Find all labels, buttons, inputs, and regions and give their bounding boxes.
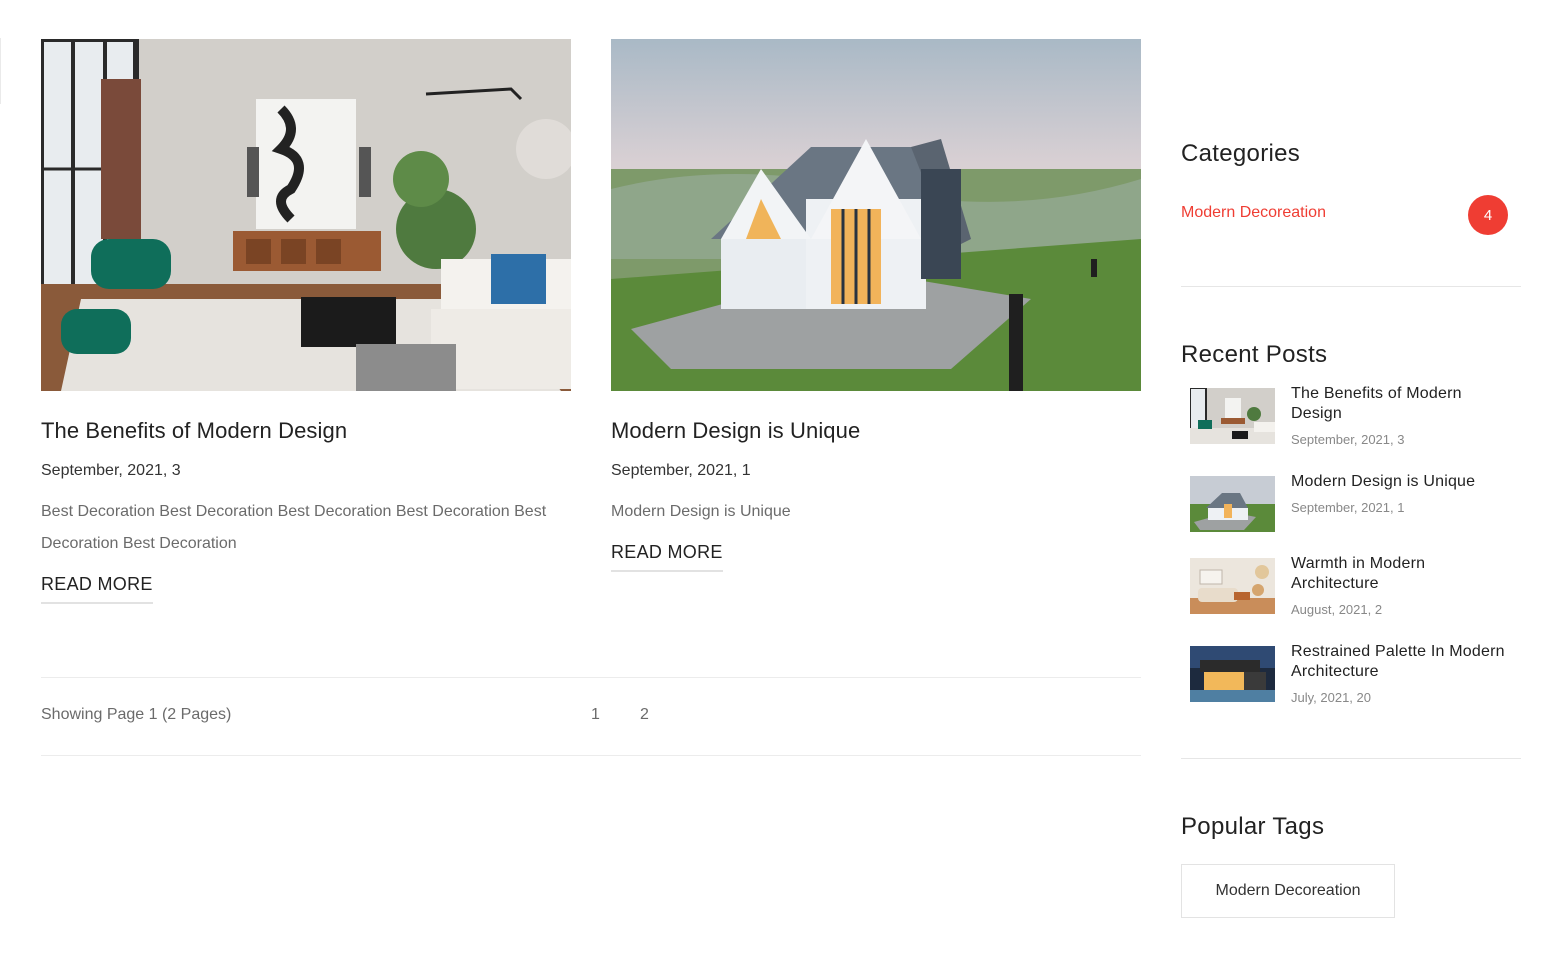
post-image-living-room[interactable] <box>41 39 571 391</box>
left-edge-divider <box>0 38 1 104</box>
blog-post-card: The Benefits of Modern Design September,… <box>41 39 571 604</box>
post-excerpt: Modern Design is Unique <box>611 502 791 520</box>
recent-posts-title: Recent Posts <box>1181 341 1328 368</box>
post-image-house[interactable] <box>611 39 1141 391</box>
recent-post-date: September, 2021, 3 <box>1291 432 1405 447</box>
recent-post-title[interactable]: Modern Design is Unique <box>1291 472 1516 492</box>
recent-post-date: August, 2021, 2 <box>1291 602 1383 617</box>
recent-post-date: September, 2021, 1 <box>1291 500 1405 515</box>
recent-post-thumbnail[interactable] <box>1190 476 1275 532</box>
category-count-badge: 4 <box>1468 195 1508 235</box>
living-room-photo <box>41 39 571 391</box>
popular-tags-title: Popular Tags <box>1181 813 1325 840</box>
recent-post-thumbnail[interactable] <box>1190 388 1275 444</box>
house-thumbnail <box>1190 476 1275 532</box>
tag-chip[interactable]: Modern Decoreation <box>1181 864 1395 918</box>
sidebar-divider <box>1181 286 1521 287</box>
pagination-info: Showing Page 1 (2 Pages) <box>41 706 232 723</box>
post-title[interactable]: The Benefits of Modern Design <box>41 417 571 446</box>
recent-post-title[interactable]: Warmth in Modern Architecture <box>1291 554 1516 594</box>
post-excerpt: Best Decoration Best Decoration Best Dec… <box>41 502 547 552</box>
read-more-link[interactable]: READ MORE <box>611 542 723 572</box>
post-title[interactable]: Modern Design is Unique <box>611 417 1141 446</box>
post-date: September, 2021, 1 <box>611 461 751 479</box>
page-link-1[interactable]: 1 <box>591 706 600 724</box>
recent-post-title[interactable]: Restrained Palette In Modern Architectur… <box>1291 642 1516 682</box>
recent-post-thumbnail[interactable] <box>1190 558 1275 614</box>
living-room-thumbnail <box>1190 388 1275 444</box>
pagination: Showing Page 1 (2 Pages) 1 2 <box>41 677 1141 756</box>
page-link-2[interactable]: 2 <box>640 706 649 724</box>
sidebar-divider <box>1181 758 1521 759</box>
category-name[interactable]: Modern Decoreation <box>1181 204 1326 222</box>
categories-title: Categories <box>1181 140 1301 167</box>
post-date: September, 2021, 3 <box>41 461 181 479</box>
category-item[interactable]: Modern Decoreation 4 <box>1181 195 1508 235</box>
read-more-link[interactable]: READ MORE <box>41 574 153 604</box>
house-at-dusk-photo <box>611 39 1141 391</box>
recent-post-date: July, 2021, 20 <box>1291 690 1371 705</box>
blog-post-card: Modern Design is Unique September, 2021,… <box>611 39 1141 572</box>
recent-post-thumbnail[interactable] <box>1190 646 1275 702</box>
recent-post-title[interactable]: The Benefits of Modern Design <box>1291 384 1516 424</box>
warm-interior-thumbnail <box>1190 558 1275 614</box>
modern-architecture-night-thumbnail <box>1190 646 1275 702</box>
